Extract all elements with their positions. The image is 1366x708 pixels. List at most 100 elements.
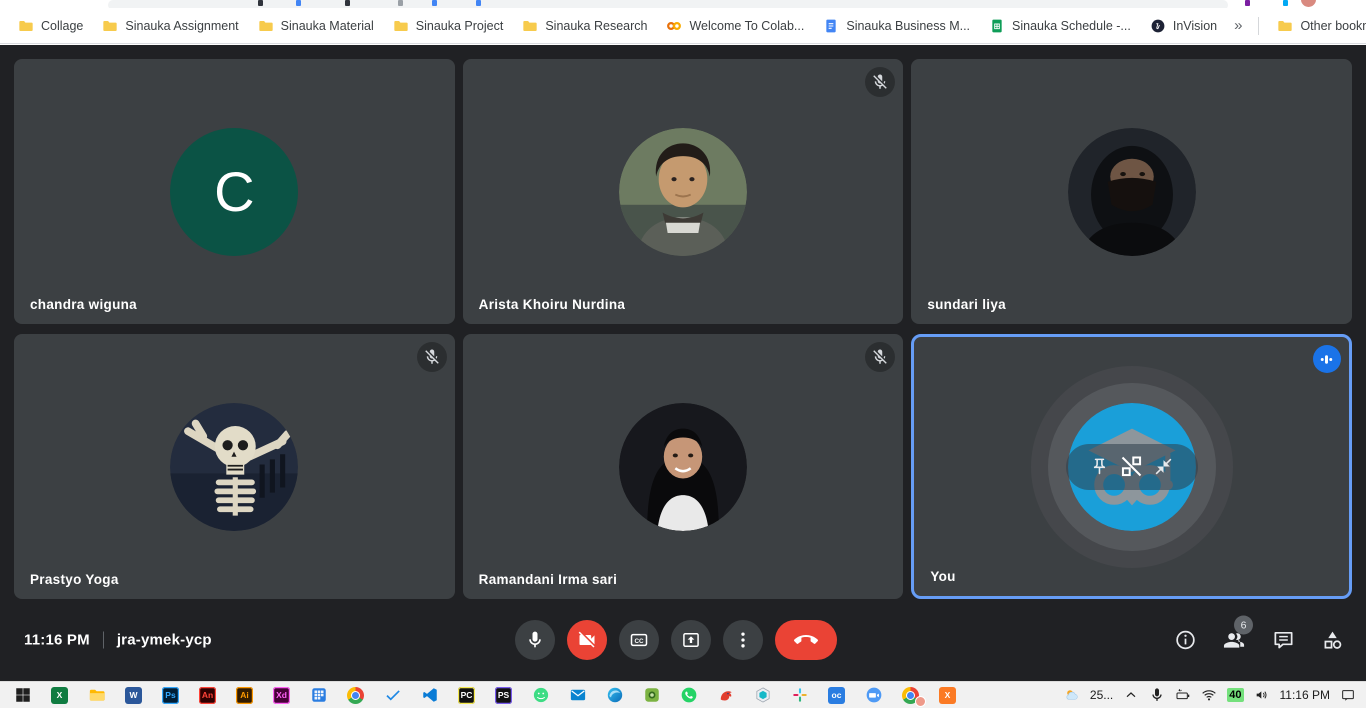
folder-icon [102,18,118,34]
participant-name: Ramandani Irma sari [479,572,618,587]
meeting-code: jra-ymek-ycp [117,632,212,649]
participant-tile[interactable]: sundari liya [911,59,1352,324]
check-app-icon[interactable] [374,682,411,708]
action-center-icon[interactable] [1340,687,1356,703]
photoshop-icon[interactable]: Ps [152,682,189,708]
topbar-fragment [432,0,437,6]
battery-percent-badge[interactable]: 40 [1227,688,1243,702]
taskbar-clock[interactable]: 11:16 PM [1280,688,1330,702]
browser-topbar [0,0,1366,8]
volume-icon[interactable] [1254,687,1270,703]
hexagon-app-icon[interactable] [744,682,781,708]
bookmark-label: Sinauka Project [416,19,504,33]
camera-off-button[interactable] [567,620,607,660]
bookmark-item[interactable]: Collage [12,14,96,38]
vscode-icon[interactable] [411,682,448,708]
participant-tile[interactable]: Prastyo Yoga [14,334,455,599]
whatsapp-icon[interactable] [670,682,707,708]
tray-mic-icon[interactable] [1149,687,1165,703]
bookmarks-overflow-chevron[interactable]: » [1230,17,1246,34]
phpstorm-icon[interactable]: PS [485,682,522,708]
weather-icon[interactable] [1064,687,1080,703]
end-call-button[interactable] [775,620,837,660]
camera-app-icon[interactable] [855,682,892,708]
participant-avatar [1068,128,1196,256]
profile-avatar[interactable] [1301,0,1316,7]
minimize-tile-button[interactable] [1154,457,1173,476]
bird-app-icon[interactable] [707,682,744,708]
word-icon[interactable]: W [115,682,152,708]
start-button[interactable] [4,682,41,708]
mic-muted-indicator [865,67,895,97]
topbar-fragment [258,0,263,6]
topbar-fragment [1245,0,1250,6]
mail-app-icon[interactable] [559,682,596,708]
pin-participant-button[interactable] [1090,457,1109,476]
bookmark-item[interactable]: Welcome To Colab... [660,14,817,38]
screen-recorder-icon[interactable] [633,682,670,708]
windows-taskbar: X WPsAnAi Xd PC PS oc X 25... 40 11:16 PM [0,681,1366,708]
participant-tile[interactable]: You [911,334,1352,599]
other-bookmarks-button[interactable]: Other bookmarks [1271,14,1366,38]
illustrator-icon[interactable]: Ai [226,682,263,708]
bookmark-item[interactable]: Sinauka Schedule -... [983,14,1144,38]
calendar-app-icon[interactable] [300,682,337,708]
meeting-status: 11:16 PM jra-ymek-ycp [24,632,212,649]
bookmark-item[interactable]: Sinauka Material [252,14,387,38]
folder-icon [258,18,274,34]
edge-icon[interactable] [596,682,633,708]
chrome-meet-icon[interactable] [892,682,929,708]
bookmark-label: Collage [41,19,83,33]
weather-temp[interactable]: 25... [1090,688,1113,702]
present-button[interactable] [671,620,711,660]
meeting-details-button[interactable] [1174,629,1197,652]
more-options-button[interactable] [723,620,763,660]
chrome-icon[interactable] [337,682,374,708]
participants-button[interactable]: 6 [1223,629,1246,652]
participant-avatar [619,403,747,531]
panel-controls: 6 [1174,629,1344,652]
chat-button[interactable] [1272,629,1295,652]
topbar-fragment [398,0,403,6]
participant-name: chandra wiguna [30,297,137,312]
participant-tile[interactable]: Arista Khoiru Nurdina [463,59,904,324]
bookmark-item[interactable]: Sinauka Research [516,14,660,38]
oc-app-icon[interactable]: oc [818,682,855,708]
participant-name: You [930,569,955,584]
participant-tile[interactable]: Cchandra wiguna [14,59,455,324]
bookmarks-separator [1258,17,1259,35]
mic-muted-indicator [417,342,447,372]
pycharm-icon-glyph: PC [458,687,475,704]
activities-button[interactable] [1321,629,1344,652]
bookmark-item[interactable]: Sinauka Assignment [96,14,251,38]
tray-expand-chevron-icon[interactable] [1123,687,1139,703]
wifi-icon[interactable] [1201,687,1217,703]
captions-button[interactable]: CC [619,620,659,660]
mic-button[interactable] [515,620,555,660]
avatar-initial: C [214,159,254,224]
other-bookmarks-label: Other bookmarks [1300,19,1366,33]
participant-avatar [170,403,298,531]
meet-app: Cchandra wigunaArista Khoiru Nurdinasund… [0,45,1366,681]
adobe-xd-icon-glyph: Xd [273,687,290,704]
bookmark-item[interactable]: Sinauka Business M... [817,14,983,38]
participant-tile[interactable]: Ramandani Irma sari [463,334,904,599]
notification-overlay [915,696,926,707]
bookmark-label: Welcome To Colab... [689,19,804,33]
bookmark-item[interactable]: InVision [1144,14,1230,38]
battery-charging-icon[interactable] [1175,687,1191,703]
android-studio-icon[interactable] [522,682,559,708]
colab-icon [666,18,682,34]
xampp-icon[interactable]: X [929,682,966,708]
flower-app-icon[interactable] [781,682,818,708]
bookmark-label: InVision [1173,19,1217,33]
file-explorer-icon[interactable] [78,682,115,708]
remove-from-grid-button[interactable] [1118,453,1145,480]
adobe-xd-icon[interactable]: Xd [263,682,300,708]
excel-icon[interactable]: X [41,682,78,708]
animate-icon[interactable]: An [189,682,226,708]
bookmark-label: Sinauka Research [545,19,647,33]
omnibox-fragment [108,0,1228,8]
pycharm-icon[interactable]: PC [448,682,485,708]
bookmark-item[interactable]: Sinauka Project [387,14,517,38]
